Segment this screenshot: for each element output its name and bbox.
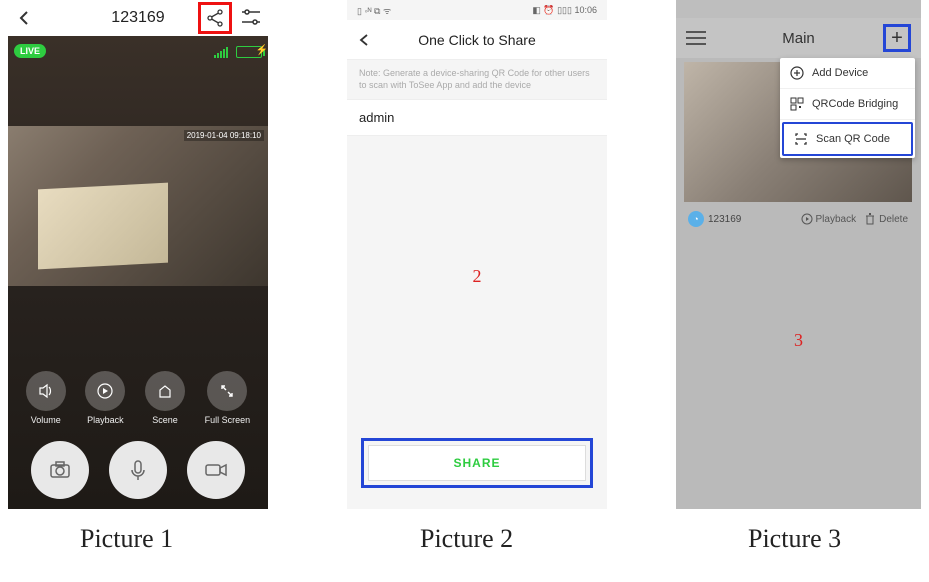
status-left-icons: ▯ ◦ᴺ ⧉ ᯤ (357, 4, 391, 17)
annotation-number-3: 3 (794, 330, 803, 351)
admin-field[interactable]: admin (347, 99, 607, 136)
dd-qrcode-bridging[interactable]: QRCode Bridging (780, 89, 915, 120)
back-icon[interactable] (16, 10, 32, 26)
device-id: 123169 (708, 214, 741, 225)
share-button[interactable]: SHARE (368, 445, 586, 481)
p1-camera-body: LIVE ⚡ 2019-01-04 09:18:10 Volume Playba… (8, 36, 268, 509)
phone-2-share: ▯ ◦ᴺ ⧉ ᯤ ◧ ⏰ ▯▯▯ 10:06 One Click to Shar… (347, 0, 607, 509)
controls-row: Volume Playback Scene Full Screen (8, 371, 268, 425)
playback-link[interactable]: Playback (801, 213, 857, 225)
p3-statusbar (676, 0, 921, 18)
record-button[interactable] (187, 441, 245, 499)
controls-row-2 (8, 441, 268, 499)
hamburger-icon[interactable] (686, 31, 706, 45)
status-right: ◧ ⏰ ▯▯▯ 10:06 (532, 5, 597, 16)
device-id: 123169 (111, 9, 164, 27)
p3-title: Main (782, 30, 815, 47)
bell-icon[interactable]: ◔ (688, 211, 704, 227)
fullscreen-button[interactable]: Full Screen (205, 371, 251, 425)
mic-button[interactable] (109, 441, 167, 499)
p3-header: Main + (676, 18, 921, 58)
phone-3-main: Main + Add Device QRCode Bridging Scan Q… (676, 0, 921, 509)
add-icon-highlight[interactable]: + (883, 24, 911, 52)
caption-2: Picture 2 (420, 524, 513, 554)
timestamp: 2019-01-04 09:18:10 (184, 130, 264, 141)
delete-link[interactable]: Delete (864, 213, 908, 225)
p2-header: One Click to Share (347, 20, 607, 60)
camera-preview[interactable]: 2019-01-04 09:18:10 (8, 126, 268, 286)
volume-button[interactable]: Volume (26, 371, 66, 425)
snapshot-button[interactable] (31, 441, 89, 499)
share-button-highlight: SHARE (361, 438, 593, 488)
share-note: Note: Generate a device-sharing QR Code … (347, 60, 607, 99)
phone-1-live-view: 123169 LIVE ⚡ 2019-01-04 09:18:10 Volume… (8, 0, 268, 509)
scene-button[interactable]: Scene (145, 371, 185, 425)
back-icon[interactable] (357, 33, 371, 47)
live-badge: LIVE (14, 44, 46, 58)
settings-icon[interactable] (240, 8, 262, 28)
share-icon-highlight[interactable] (198, 2, 232, 34)
annotation-number-2: 2 (473, 266, 482, 287)
dd-add-device[interactable]: Add Device (780, 58, 915, 89)
p2-title: One Click to Share (347, 32, 607, 48)
p2-statusbar: ▯ ◦ᴺ ⧉ ᯤ ◧ ⏰ ▯▯▯ 10:06 (347, 0, 607, 20)
p2-body: 2 SHARE (347, 136, 607, 496)
p1-topbar: 123169 (8, 0, 268, 36)
playback-button[interactable]: Playback (85, 371, 125, 425)
caption-3: Picture 3 (748, 524, 841, 554)
device-row: ◔ 123169 Playback Delete (684, 206, 912, 232)
charge-icon: ⚡ (256, 45, 268, 56)
add-dropdown: Add Device QRCode Bridging Scan QR Code (780, 58, 915, 158)
dd-scan-qr-highlight[interactable]: Scan QR Code (782, 122, 913, 156)
caption-1: Picture 1 (80, 524, 173, 554)
signal-icon (214, 46, 230, 58)
